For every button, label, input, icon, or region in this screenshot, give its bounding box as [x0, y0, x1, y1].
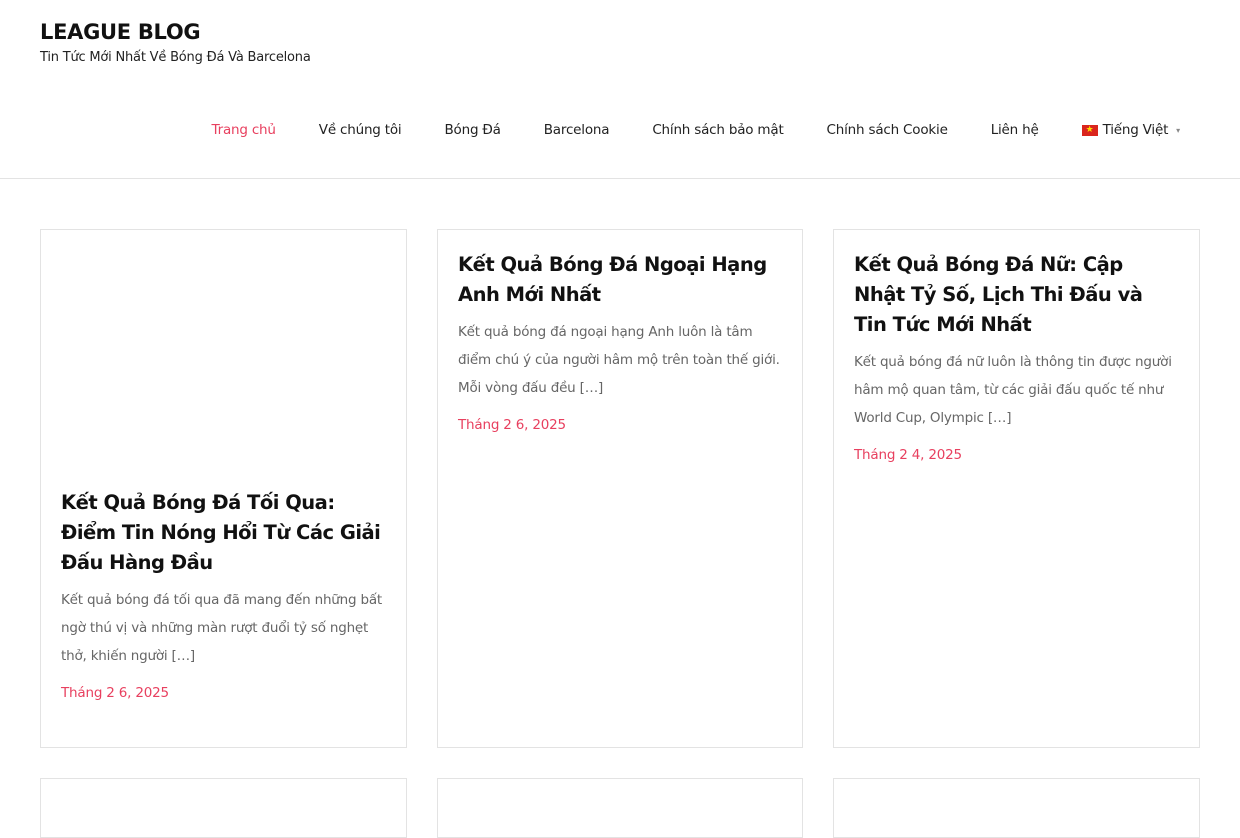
post-date[interactable]: Tháng 2 6, 2025	[61, 685, 386, 701]
post-card: Kết Quả Bóng Đá Ngoại Hạng Anh Mới Nhất …	[437, 229, 803, 748]
main-navigation: Trang chủ Về chúng tôi Bóng Đá Barcelona…	[169, 122, 1181, 138]
nav-item-football[interactable]: Bóng Đá	[444, 122, 500, 138]
vietnam-flag-icon	[1081, 123, 1098, 137]
post-title[interactable]: Kết Quả Bóng Đá Ngoại Hạng Anh Mới Nhất	[458, 250, 782, 310]
post-date[interactable]: Tháng 2 4, 2025	[854, 447, 1179, 463]
post-excerpt: Kết quả bóng đá ngoại hạng Anh luôn là t…	[458, 324, 780, 396]
nav-item-contact[interactable]: Liên hệ	[991, 122, 1039, 138]
site-title[interactable]: LEAGUE BLOG	[40, 18, 311, 46]
nav-item-home[interactable]: Trang chủ	[212, 122, 276, 138]
site-header: LEAGUE BLOG Tin Tức Mới Nhất Về Bóng Đá …	[0, 0, 1240, 179]
post-card	[40, 778, 407, 838]
nav-item-privacy-policy[interactable]: Chính sách bảo mật	[652, 122, 783, 138]
post-excerpt: Kết quả bóng đá nữ luôn là thông tin đượ…	[854, 354, 1172, 426]
post-title[interactable]: Kết Quả Bóng Đá Tối Qua: Điểm Tin Nóng H…	[61, 488, 386, 578]
post-excerpt: Kết quả bóng đá tối qua đã mang đến nhữn…	[61, 592, 383, 664]
chevron-down-icon: ▾	[1176, 125, 1180, 135]
post-card: Kết Quả Bóng Đá Nữ: Cập Nhật Tỷ Số, Lịch…	[833, 229, 1200, 748]
nav-item-barcelona[interactable]: Barcelona	[544, 122, 610, 138]
language-label: Tiếng Việt	[1102, 122, 1169, 138]
site-branding: LEAGUE BLOG Tin Tức Mới Nhất Về Bóng Đá …	[40, 18, 311, 65]
post-card	[833, 778, 1200, 838]
site-tagline: Tin Tức Mới Nhất Về Bóng Đá Và Barcelona	[40, 50, 311, 65]
post-card	[437, 778, 803, 838]
post-date[interactable]: Tháng 2 6, 2025	[458, 417, 782, 433]
nav-item-about[interactable]: Về chúng tôi	[319, 122, 402, 138]
nav-item-cookie-policy[interactable]: Chính sách Cookie	[827, 122, 948, 138]
language-switcher[interactable]: Tiếng Việt ▾	[1081, 122, 1180, 138]
post-card: Kết Quả Bóng Đá Tối Qua: Điểm Tin Nóng H…	[40, 229, 407, 748]
post-thumbnail[interactable]	[41, 230, 406, 488]
post-title[interactable]: Kết Quả Bóng Đá Nữ: Cập Nhật Tỷ Số, Lịch…	[854, 250, 1179, 340]
